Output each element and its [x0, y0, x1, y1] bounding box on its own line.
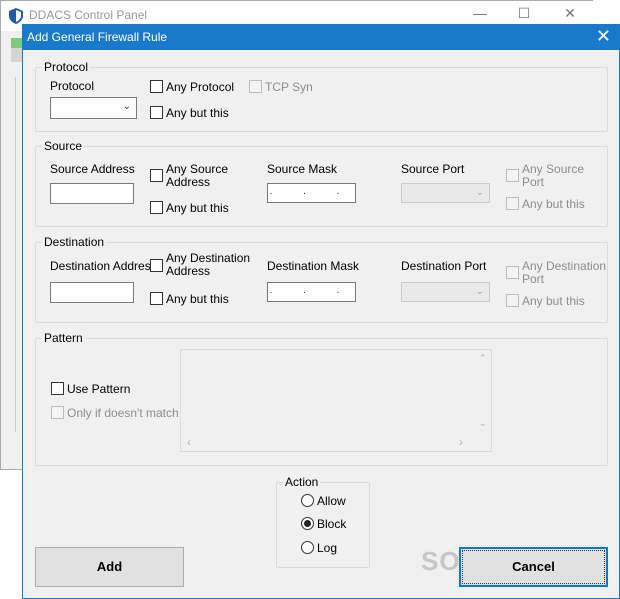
scroll-right-icon[interactable]: › [459, 435, 463, 449]
chevron-down-icon: ⌄ [475, 286, 484, 297]
chevron-down-icon: ⌄ [475, 187, 484, 198]
scroll-left-icon[interactable]: ‹ [187, 435, 191, 449]
cancel-button[interactable]: Cancel [459, 547, 608, 587]
source-mask-input[interactable]: . . . [267, 183, 356, 203]
any-destination-port-line2: Port [522, 272, 545, 286]
tcp-syn-label: TCP Syn [265, 80, 313, 94]
protocol-group: Protocol [35, 60, 608, 132]
protocol-label: Protocol [50, 79, 95, 93]
log-label: Log [317, 541, 338, 555]
destination-port-label: Destination Port [401, 259, 487, 273]
action-group-label: Action [285, 475, 319, 489]
use-pattern-checkbox[interactable] [51, 382, 64, 395]
protocol-any-but-this-label: Any but this [166, 106, 229, 120]
background-window-title: DDACS Control Panel [29, 8, 148, 22]
log-radio[interactable] [301, 541, 314, 554]
horizontal-scrollbar[interactable]: ‹ › [181, 435, 475, 451]
any-destination-address-line2: Address [166, 264, 211, 278]
source-address-input[interactable] [50, 183, 134, 204]
any-source-address-line2: Address [166, 175, 211, 189]
any-source-address-label: Any Source Address [166, 163, 228, 189]
any-protocol-checkbox[interactable] [150, 80, 163, 93]
vertical-scrollbar[interactable]: ⌃ ⌄ [475, 350, 491, 435]
any-source-address-line1: Any Source [166, 162, 229, 176]
any-source-port-line2: Port [522, 175, 545, 189]
add-button[interactable]: Add [35, 547, 184, 587]
any-source-port-checkbox[interactable] [506, 169, 519, 182]
pattern-textarea[interactable]: ⌃ ⌄ ‹ › [180, 349, 492, 452]
source-port-label: Source Port [401, 162, 465, 176]
maximize-icon[interactable]: ☐ [509, 5, 539, 22]
destination-address-input[interactable] [50, 282, 134, 303]
block-label: Block [317, 517, 347, 531]
source-port-any-but-this-label: Any but this [522, 197, 585, 211]
allow-radio[interactable] [301, 494, 314, 507]
protocol-group-label: Protocol [44, 60, 89, 74]
any-destination-address-line1: Any Destination [166, 251, 251, 265]
any-destination-address-checkbox[interactable] [150, 259, 163, 272]
source-port-any-but-this-checkbox[interactable] [506, 197, 519, 210]
pattern-group-label: Pattern [44, 331, 83, 345]
destination-mask-input[interactable]: . . . [267, 282, 356, 302]
any-source-address-checkbox[interactable] [150, 169, 163, 182]
scroll-up-icon[interactable]: ⌃ [479, 353, 487, 364]
destination-port-select[interactable]: ⌄ [401, 282, 490, 302]
destination-address-label: Destination Address [50, 259, 157, 273]
protocol-any-but-this-checkbox[interactable] [150, 106, 163, 119]
source-port-select[interactable]: ⌄ [401, 183, 490, 203]
cancel-button-label: Cancel [512, 559, 555, 574]
destination-any-but-this-checkbox[interactable] [150, 292, 163, 305]
dialog-title-bar: Add General Firewall Rule ✕ [23, 25, 619, 50]
block-radio[interactable] [301, 517, 314, 530]
destination-mask-label: Destination Mask [267, 259, 360, 273]
source-mask-label: Source Mask [267, 162, 338, 176]
any-source-port-label: Any Source Port [522, 163, 584, 189]
scroll-down-icon[interactable]: ⌄ [479, 418, 487, 429]
only-if-not-match-checkbox[interactable] [51, 406, 64, 419]
any-destination-address-label: Any Destination Address [166, 252, 250, 278]
firewall-rule-dialog: Add General Firewall Rule ✕ Protocol Pro… [22, 24, 620, 599]
dialog-close-icon[interactable]: ✕ [596, 26, 611, 47]
only-if-not-match-label: Only if doesn't match [67, 406, 179, 420]
dialog-title: Add General Firewall Rule [27, 30, 168, 44]
minimize-icon[interactable]: — [465, 5, 495, 21]
any-destination-port-checkbox[interactable] [506, 266, 519, 279]
any-destination-port-label: Any Destination Port [522, 260, 606, 286]
any-destination-port-line1: Any Destination [522, 259, 607, 273]
destination-any-but-this-label: Any but this [166, 292, 229, 306]
any-protocol-label: Any Protocol [166, 80, 235, 94]
source-group-label: Source [44, 139, 83, 153]
source-any-but-this-label: Any but this [166, 201, 229, 215]
close-icon[interactable]: ✕ [555, 5, 585, 22]
destination-group-label: Destination [44, 235, 105, 249]
shield-icon [9, 8, 23, 24]
source-any-but-this-checkbox[interactable] [150, 201, 163, 214]
any-source-port-line1: Any Source [522, 162, 585, 176]
destination-port-any-but-this-checkbox[interactable] [506, 294, 519, 307]
use-pattern-label: Use Pattern [67, 382, 131, 396]
protocol-select[interactable]: ⌄ [50, 97, 137, 119]
allow-label: Allow [317, 494, 346, 508]
destination-port-any-but-this-label: Any but this [522, 294, 585, 308]
chevron-down-icon: ⌄ [122, 101, 131, 112]
source-address-label: Source Address [50, 162, 135, 176]
tcp-syn-checkbox[interactable] [249, 80, 262, 93]
